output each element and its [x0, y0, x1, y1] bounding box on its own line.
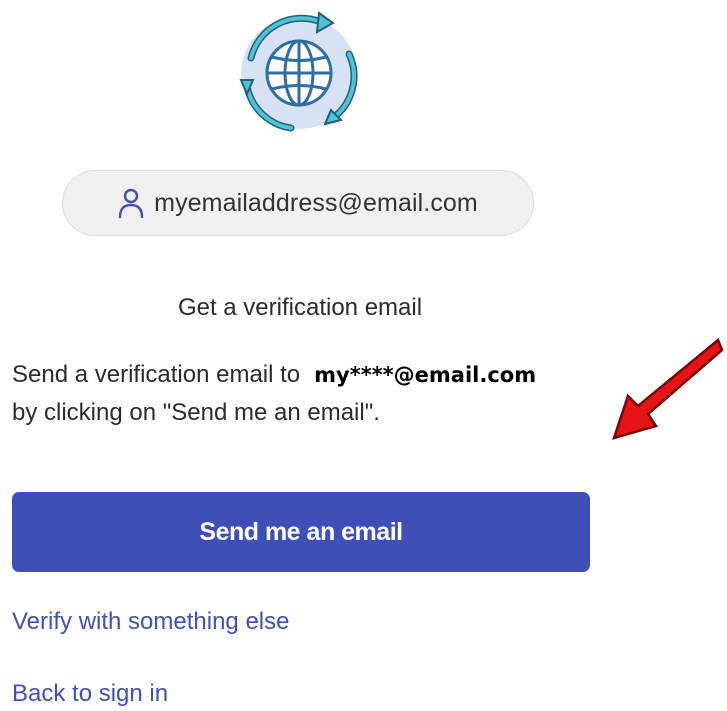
identifier-email: myemailaddress@email.com	[154, 188, 478, 217]
identifier-pill: myemailaddress@email.com	[62, 170, 534, 236]
description-suffix: by clicking on "Send me an email".	[12, 399, 380, 426]
verification-description: Send a verification email to my****@email…	[12, 356, 652, 432]
user-icon	[118, 188, 144, 218]
page-title: Get a verification email	[177, 294, 423, 321]
description-prefix: Send a verification email to	[12, 361, 301, 388]
masked-email: my****@email.com	[314, 363, 537, 387]
back-to-sign-in-link[interactable]: Back to sign in	[12, 680, 168, 708]
annotation-arrow-icon	[612, 337, 724, 440]
send-email-button[interactable]: Send me an email	[12, 492, 590, 572]
verify-with-something-else-link[interactable]: Verify with something else	[12, 608, 289, 636]
globe-sync-logo	[239, 11, 358, 132]
